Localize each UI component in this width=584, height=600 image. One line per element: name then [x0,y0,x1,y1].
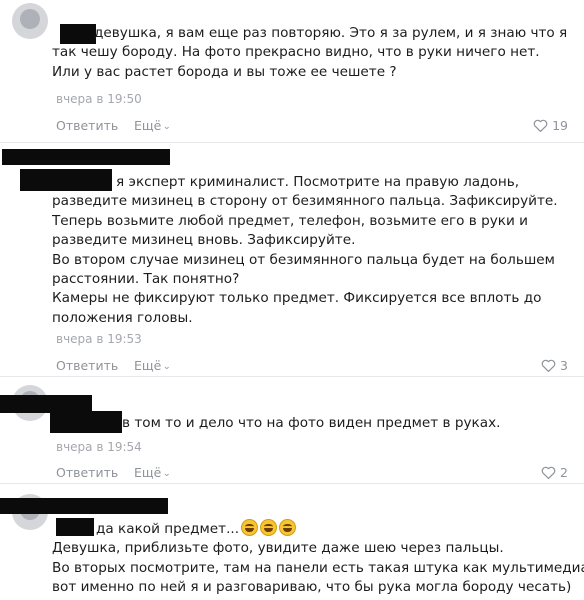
comment-text: девушка, я вам еще раз повторяю. Это я з… [52,24,568,82]
more-label: Ещё [134,118,162,133]
rolling-on-floor-laughing-emoji [241,519,259,536]
comment-text-line: Девушка, приблизьте фото, увидите даже ш… [52,540,504,557]
like-count: 19 [552,118,568,133]
like-count: 2 [560,465,568,480]
reply-button[interactable]: Ответить [56,118,118,133]
more-label: Ещё [134,358,162,373]
comment-timestamp: вчера в 19:53 [56,332,142,346]
avatar[interactable] [12,3,48,39]
comment-text-fragment: да какой предмет... [96,521,240,537]
comment-text: в том то и дело что на фото виден предме… [52,414,568,433]
comment-actions: Ответить Ещё ⌄ 19 [56,118,568,136]
comment-text-line: Во вторых посмотрите, там на панели есть… [52,559,584,576]
redacted-author-name [2,149,170,165]
chevron-down-icon: ⌄ [162,122,172,132]
more-button[interactable]: Ещё ⌄ [134,465,171,480]
comment-text-line: Камеры не фиксируют только предмет. Фикс… [52,290,542,307]
comment-text-line: Или у вас растет борода и вы тоже ее чеш… [52,63,397,80]
like-button[interactable]: 3 [541,358,568,373]
comment-actions: Ответить Ещё ⌄ 2 [56,465,568,483]
heart-outline-icon [541,466,556,479]
more-button[interactable]: Ещё ⌄ [134,358,171,373]
reply-button[interactable]: Ответить [56,465,118,480]
comment: да какой предмет... Девушка, приблизьте … [0,484,584,600]
heart-outline-icon [541,359,556,372]
like-button[interactable]: 19 [533,118,568,133]
more-label: Ещё [134,465,162,480]
rolling-on-floor-laughing-emoji [260,519,278,536]
comment-text-line: вот именно по ней я и разговариваю, что … [52,579,572,596]
comment-text-line: да какой предмет... [52,519,568,539]
comment-timestamp: вчера в 19:50 [56,92,142,106]
comment: в том то и дело что на фото виден предме… [0,377,584,483]
more-button[interactable]: Ещё ⌄ [134,118,171,133]
heart-outline-icon [533,119,548,132]
comment-timestamp: вчера в 19:54 [56,440,142,454]
comment-text: да какой предмет... Девушка, приблизьте … [52,519,584,598]
like-count: 3 [560,358,568,373]
comment-text-line: девушка, я вам еще раз повторяю. Это я з… [94,25,568,41]
comment-text-line: Теперь возьмите любой предмет, телефон, … [52,212,529,229]
reply-button[interactable]: Ответить [56,358,118,373]
comment-text-line: Во втором случае мизинец от безимянного … [52,251,555,268]
comment-text: я эксперт криминалист. Посмотрите на пра… [52,173,568,328]
rolling-on-floor-laughing-emoji [279,519,297,536]
redacted-author-name [0,498,168,514]
chevron-down-icon: ⌄ [162,362,172,372]
comment-text-line: положения головы. [52,309,193,326]
comment-text-line: расстоянии. Так понятно? [52,271,240,288]
like-button[interactable]: 2 [541,465,568,480]
comment-text-line: разведите мизинец в сторону от безимянно… [52,193,558,210]
chevron-down-icon: ⌄ [162,469,172,479]
comment-text-line: разведите мизинец вновь. Зафиксируйте. [52,232,356,249]
comment: девушка, я вам еще раз повторяю. Это я з… [0,0,584,142]
comment-actions: Ответить Ещё ⌄ 3 [56,358,568,376]
comment-text-line: я эксперт криминалист. Посмотрите на пра… [116,174,520,190]
comment-text-line: в том то и дело что на фото виден предме… [122,415,501,431]
comment: я эксперт криминалист. Посмотрите на пра… [0,143,584,376]
comment-text-line: так чешу бороду. На фото прекрасно видно… [52,44,540,61]
